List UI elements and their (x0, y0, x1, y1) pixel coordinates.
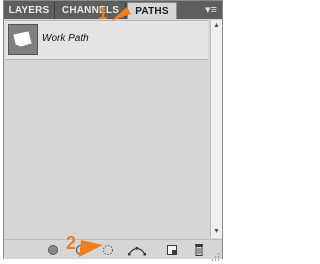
annotation-arrow-2 (79, 240, 103, 257)
annotation-arrow-1 (111, 7, 131, 21)
annotation-number-1: 1 (98, 4, 108, 23)
annotation-overlay (79, 7, 131, 257)
annotation-number-2: 2 (66, 233, 77, 253)
